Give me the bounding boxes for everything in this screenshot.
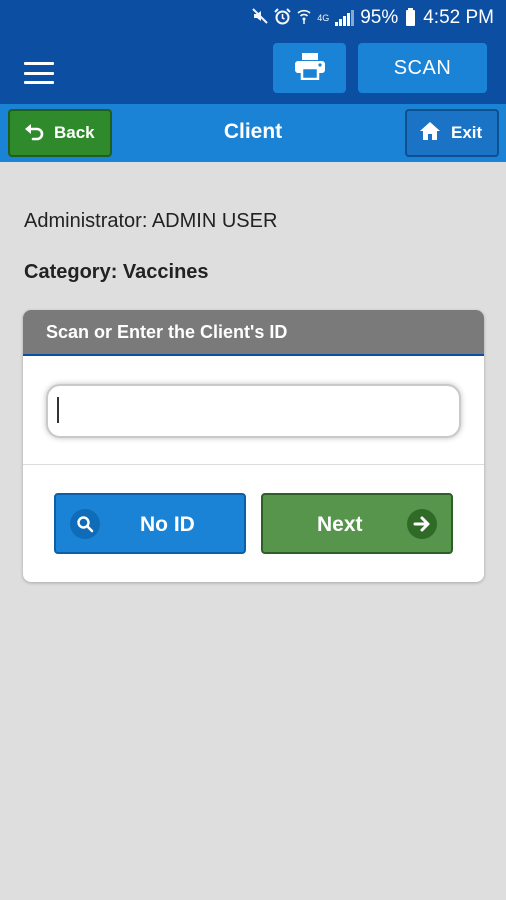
administrator-label: Administrator: ADMIN USER	[24, 210, 278, 232]
text-cursor	[57, 397, 59, 423]
print-button[interactable]	[273, 43, 346, 93]
battery-icon	[406, 8, 416, 26]
undo-arrow-icon	[24, 121, 44, 146]
status-bar: 4G 95% 4:52 PM	[0, 0, 506, 36]
nav-bar: Back Client Exit	[0, 104, 506, 162]
printer-icon	[294, 52, 326, 85]
no-id-button[interactable]: No ID	[54, 493, 246, 554]
wifi-icon	[297, 8, 311, 28]
client-id-input[interactable]	[46, 384, 461, 438]
client-id-card: Scan or Enter the Client's ID No ID Next	[23, 310, 484, 582]
arrow-right-icon	[407, 509, 437, 539]
back-button[interactable]: Back	[8, 109, 112, 157]
exit-label: Exit	[451, 123, 483, 142]
card-divider	[23, 464, 484, 465]
category-label: Category: Vaccines	[24, 261, 209, 283]
scan-button[interactable]: SCAN	[358, 43, 487, 93]
next-label: Next	[317, 513, 363, 536]
app-toolbar: SCAN	[0, 36, 506, 104]
battery-percent: 95%	[360, 7, 399, 28]
card-header: Scan or Enter the Client's ID	[23, 310, 484, 356]
page-title: Client	[223, 120, 283, 143]
back-label: Back	[54, 123, 95, 142]
clock: 4:52 PM	[423, 7, 494, 28]
next-button[interactable]: Next	[261, 493, 453, 554]
search-icon	[70, 509, 100, 539]
lte-icon: 4G	[317, 13, 330, 23]
hamburger-menu-icon[interactable]	[24, 62, 54, 84]
home-icon	[419, 121, 441, 146]
no-id-label: No ID	[140, 513, 195, 536]
alarm-icon	[274, 7, 291, 29]
mute-icon	[252, 8, 268, 28]
signal-icon	[335, 10, 355, 26]
exit-button[interactable]: Exit	[405, 109, 499, 157]
